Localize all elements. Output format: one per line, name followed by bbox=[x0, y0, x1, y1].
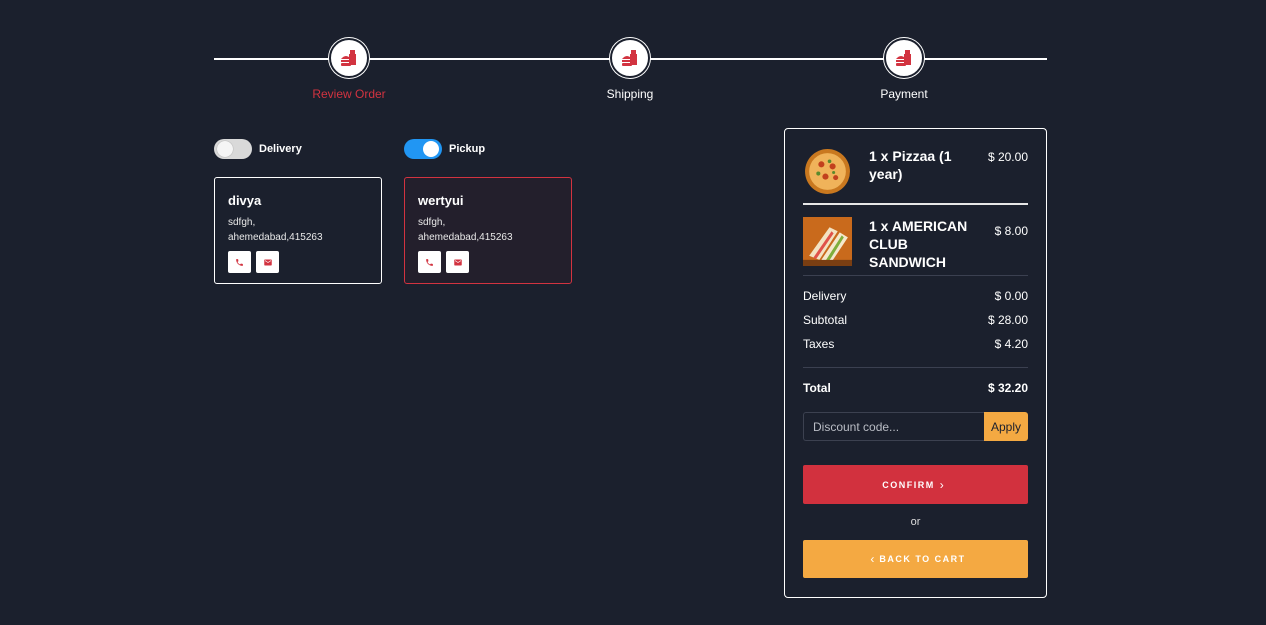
address-name: divya bbox=[228, 193, 262, 208]
step-payment[interactable]: Payment bbox=[844, 38, 964, 101]
step-label: Review Order bbox=[312, 87, 386, 101]
address-line-1: sdfgh, bbox=[228, 217, 256, 228]
phone-icon bbox=[236, 258, 243, 266]
sandwich-image bbox=[803, 217, 852, 266]
delivery-label: Delivery bbox=[803, 289, 847, 303]
mail-icon bbox=[263, 259, 272, 265]
address-line-1: sdfgh, bbox=[418, 217, 446, 228]
discount-form: Apply bbox=[803, 412, 1028, 441]
item-title: 1 x AMERICAN CLUB SANDWICH bbox=[869, 218, 968, 270]
address-card-selected[interactable]: wertyui sdfgh, ahemedabad,415263 bbox=[404, 177, 572, 284]
address-line-2: ahemedabad,415263 bbox=[228, 232, 323, 243]
fast-food-icon bbox=[896, 50, 911, 66]
delivery-value: $ 0.00 bbox=[994, 289, 1028, 303]
call-button[interactable] bbox=[418, 251, 441, 273]
delivery-row: Delivery $ 0.00 bbox=[803, 288, 1028, 312]
cart-item: 1 x AMERICAN CLUB SANDWICH $ 8.00 bbox=[803, 205, 1028, 276]
delivery-toggle-row: Delivery bbox=[214, 139, 302, 159]
pickup-toggle[interactable] bbox=[404, 139, 442, 159]
address-actions bbox=[418, 251, 559, 273]
step-circle bbox=[884, 38, 924, 78]
email-button[interactable] bbox=[256, 251, 279, 273]
address-actions bbox=[228, 251, 369, 273]
checkout-stepper: Review Order Shipping Payment bbox=[214, 38, 1047, 108]
taxes-row: Taxes $ 4.20 bbox=[803, 336, 1028, 360]
taxes-value: $ 4.20 bbox=[994, 337, 1028, 351]
item-price: $ 8.00 bbox=[994, 224, 1028, 238]
chevron-left-icon: ‹ bbox=[870, 552, 875, 566]
discount-code-input[interactable] bbox=[803, 412, 984, 441]
back-to-cart-label: BACK TO CART bbox=[879, 554, 966, 564]
fast-food-icon bbox=[341, 50, 356, 66]
order-summary-panel: 1 x Pizzaa (1 year) $ 20.00 1 x AMERICAN… bbox=[784, 128, 1047, 598]
total-label: Total bbox=[803, 381, 831, 395]
apply-discount-button[interactable]: Apply bbox=[984, 412, 1028, 441]
toggle-knob bbox=[217, 141, 233, 157]
or-divider-text: or bbox=[910, 516, 921, 528]
step-label: Payment bbox=[880, 87, 928, 101]
toggle-knob bbox=[423, 141, 439, 157]
item-title: 1 x Pizzaa (1 year) bbox=[869, 148, 952, 182]
taxes-label: Taxes bbox=[803, 337, 835, 351]
fast-food-icon bbox=[622, 50, 637, 66]
subtotal-label: Subtotal bbox=[803, 313, 848, 327]
address-card[interactable]: divya sdfgh, ahemedabad,415263 bbox=[214, 177, 382, 284]
step-circle bbox=[610, 38, 650, 78]
step-circle bbox=[329, 38, 369, 78]
delivery-toggle-label: Delivery bbox=[259, 143, 302, 155]
total-row: Total $ 32.20 bbox=[803, 381, 1028, 395]
step-label: Shipping bbox=[606, 87, 654, 101]
item-price: $ 20.00 bbox=[987, 150, 1028, 164]
pickup-toggle-row: Pickup bbox=[404, 139, 485, 159]
address-name: wertyui bbox=[418, 193, 464, 208]
call-button[interactable] bbox=[228, 251, 251, 273]
delivery-toggle[interactable] bbox=[214, 139, 252, 159]
back-to-cart-button[interactable]: ‹ BACK TO CART bbox=[803, 540, 1028, 578]
chevron-right-icon: › bbox=[939, 477, 944, 492]
pizza-image bbox=[805, 149, 850, 194]
phone-icon bbox=[426, 258, 433, 266]
total-value: $ 32.20 bbox=[987, 381, 1028, 395]
email-button[interactable] bbox=[446, 251, 469, 273]
confirm-label: CONFIRM bbox=[882, 479, 935, 490]
subtotal-value: $ 28.00 bbox=[987, 313, 1028, 327]
pickup-toggle-label: Pickup bbox=[449, 143, 486, 155]
totals-section: Delivery $ 0.00 Subtotal $ 28.00 Taxes $… bbox=[803, 276, 1028, 368]
confirm-button[interactable]: CONFIRM › bbox=[803, 465, 1028, 504]
step-review-order[interactable]: Review Order bbox=[289, 38, 409, 101]
address-line-2: ahemedabad,415263 bbox=[418, 232, 513, 243]
step-shipping[interactable]: Shipping bbox=[570, 38, 690, 101]
cart-item: 1 x Pizzaa (1 year) $ 20.00 bbox=[803, 129, 1028, 205]
subtotal-row: Subtotal $ 28.00 bbox=[803, 312, 1028, 336]
mail-icon bbox=[453, 259, 462, 265]
